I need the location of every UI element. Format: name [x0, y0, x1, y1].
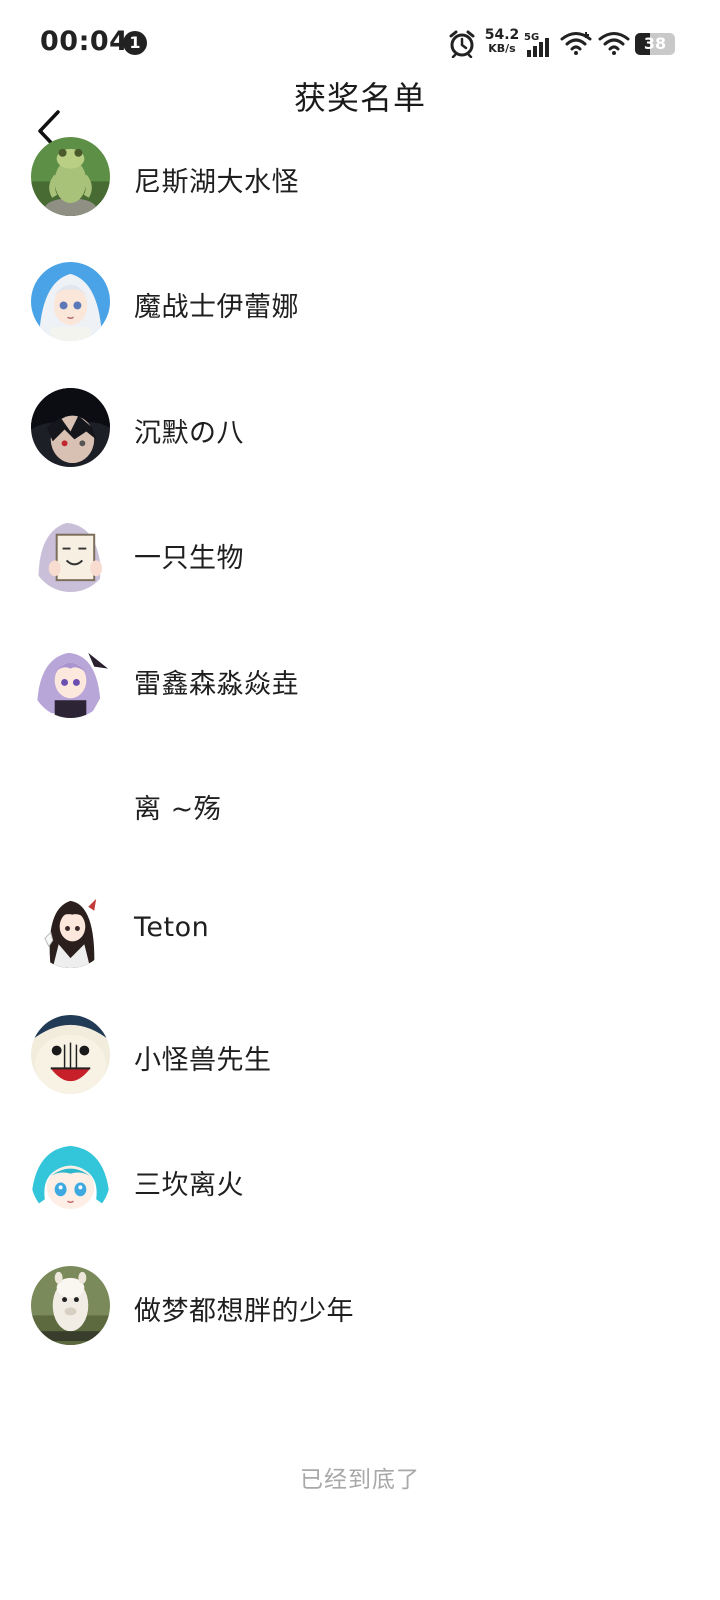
winner-item[interactable]: 尼斯湖大水怪: [0, 134, 720, 259]
network-speed: 54.2 KB/s: [484, 28, 520, 56]
notification-badge: 1: [123, 31, 147, 55]
alpaca-avatar: [31, 1265, 110, 1345]
winner-name: 小怪兽先生: [134, 1044, 272, 1076]
winner-name: 沉默の八: [134, 417, 244, 449]
anime-girl-black-hair-avatar: [31, 889, 110, 969]
status-time: 00:04: [40, 26, 129, 57]
winner-name: 尼斯湖大水怪: [134, 167, 299, 198]
wifi-secondary-icon: [598, 32, 630, 55]
alarm-clock-icon: [449, 30, 475, 58]
winner-name: 做梦都想胖的少年: [134, 1295, 354, 1327]
meme-noodle-avatar: [31, 1014, 110, 1094]
winner-item[interactable]: 魔战士伊蕾娜: [0, 259, 720, 384]
winner-name: Teton: [134, 912, 210, 944]
end-of-list-text: 已经到底了: [300, 1467, 420, 1493]
winner-list: 尼斯湖大水怪 魔战士伊蕾娜 沉默の八 一只生物 雷鑫森淼焱垚 离 ~殇 Teto…: [0, 134, 720, 1388]
winner-name: 魔战士伊蕾娜: [134, 292, 299, 324]
frog-avatar: [31, 137, 110, 216]
winner-item[interactable]: 做梦都想胖的少年: [0, 1263, 720, 1388]
winner-item[interactable]: Teton: [0, 886, 720, 1011]
network-speed-unit: KB/s: [488, 42, 516, 55]
dark-hair-character-avatar: [31, 387, 110, 467]
blank-avatar: [31, 763, 110, 843]
winner-item[interactable]: 一只生物: [0, 510, 720, 635]
page-title: 获奖名单: [293, 79, 426, 117]
winner-name: 三坎离火: [134, 1170, 244, 1202]
winner-item[interactable]: 雷鑫森淼焱垚: [0, 636, 720, 761]
meme-sign-avatar: [31, 513, 110, 593]
winner-name: 离 ~殇: [134, 793, 222, 825]
anime-girl-purple-avatar: [31, 638, 110, 718]
anime-girl-cyan-hair-avatar: [31, 1140, 110, 1220]
winner-item[interactable]: 小怪兽先生: [0, 1012, 720, 1137]
cellular-signal-icon: 5G: [524, 32, 549, 57]
winner-name: 雷鑫森淼焱垚: [134, 668, 299, 700]
anime-girl-white-hair-avatar: [31, 262, 110, 342]
winner-name: 一只生物: [134, 543, 244, 575]
battery-icon: 38: [635, 33, 675, 55]
wifi-icon: [560, 32, 592, 55]
winner-item[interactable]: 三坎离火: [0, 1137, 720, 1262]
network-type-label: 5G: [524, 32, 539, 43]
winner-item[interactable]: 沉默の八: [0, 385, 720, 510]
winner-item[interactable]: 离 ~殇: [0, 761, 720, 886]
battery-level: 38: [643, 34, 667, 53]
network-speed-value: 54.2: [484, 27, 520, 43]
